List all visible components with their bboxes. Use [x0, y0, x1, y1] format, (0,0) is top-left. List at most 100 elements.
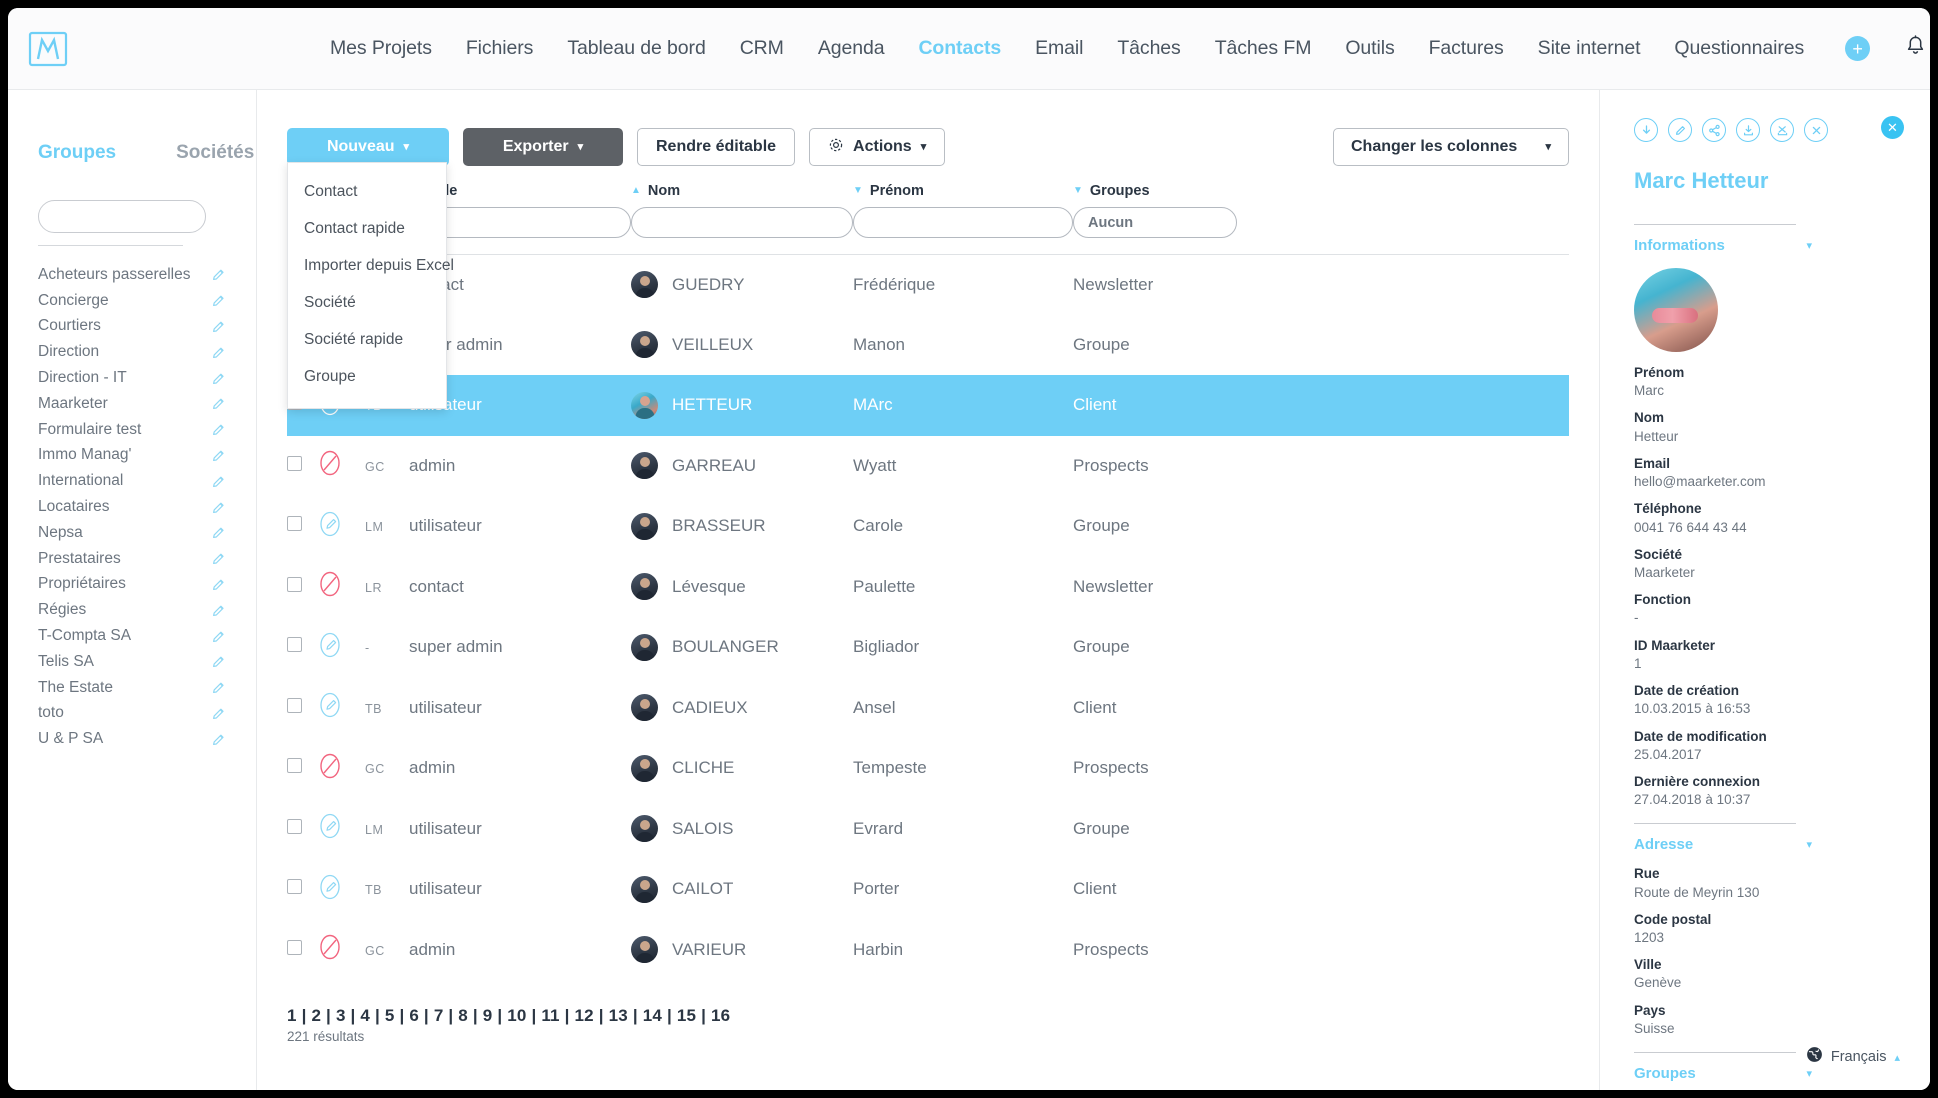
edit-pencil-icon[interactable] [211, 629, 226, 644]
page-link-10[interactable]: 10 [507, 1006, 526, 1025]
table-row[interactable]: TB utilisateur CADIEUX Ansel Client [287, 678, 1569, 739]
nav-item-mes-projets[interactable]: Mes Projets [313, 37, 449, 60]
sidebar-item-16[interactable]: The Estate [38, 675, 226, 701]
edit-pencil-icon[interactable] [211, 422, 226, 437]
page-link-6[interactable]: 6 [409, 1006, 419, 1025]
page-link-8[interactable]: 8 [458, 1006, 468, 1025]
row-checkbox[interactable] [287, 455, 302, 471]
section-header-groupes[interactable]: Groupes ▾ [1634, 1065, 1812, 1082]
page-link-2[interactable]: 2 [311, 1006, 321, 1025]
edit-pencil-icon[interactable] [211, 396, 226, 411]
row-checkbox[interactable] [287, 879, 302, 895]
edit-pencil-icon[interactable] [211, 577, 226, 592]
row-checkbox[interactable] [287, 697, 302, 713]
sidebar-item-9[interactable]: Locataires [38, 494, 226, 520]
sidebar-item-4[interactable]: Direction - IT [38, 365, 226, 391]
sidebar-item-13[interactable]: Régies [38, 597, 226, 623]
chevron-down-icon[interactable]: ▾ [1806, 838, 1812, 851]
plus-icon[interactable]: + [1845, 36, 1871, 61]
nav-item-questionnaires[interactable]: Questionnaires [1657, 37, 1821, 60]
page-link-11[interactable]: 11 [541, 1006, 559, 1025]
edit-pencil-icon[interactable] [211, 371, 226, 386]
row-checkbox[interactable] [287, 576, 302, 592]
table-row[interactable]: TB utilisateur CAILOT Porter Client [287, 859, 1569, 920]
chevron-down-icon[interactable]: ▾ [1806, 239, 1812, 252]
table-row[interactable]: LR contact Lévesque Paulette Newsletter [287, 557, 1569, 618]
row-checkbox[interactable] [287, 516, 302, 532]
filter-input-nom[interactable] [631, 207, 853, 238]
page-link-12[interactable]: 12 [575, 1006, 594, 1025]
archive-icon[interactable] [1770, 118, 1794, 142]
nav-item-taches[interactable]: Tâches [1100, 37, 1197, 60]
sidebar-item-6[interactable]: Formulaire test [38, 417, 226, 443]
table-row[interactable]: LM utilisateur BRASSEUR Carole Groupe [287, 496, 1569, 557]
save-icon[interactable] [1736, 118, 1760, 142]
dropdown-item-5[interactable]: Groupe [288, 358, 446, 395]
row-checkbox[interactable] [287, 758, 302, 774]
sidebar-item-1[interactable]: Concierge [38, 288, 226, 314]
sidebar-item-7[interactable]: Immo Manag' [38, 443, 226, 469]
nouveau-dropdown-menu[interactable]: Contact Contact rapide Importer depuis Exc… [287, 162, 454, 409]
sidebar-item-18[interactable]: U & P SA [38, 726, 226, 752]
dropdown-item-4[interactable]: Société rapide [288, 321, 446, 358]
language-selector[interactable]: Français ▴ [1806, 1046, 1900, 1068]
edit-pencil-icon[interactable] [1668, 118, 1692, 142]
nav-item-factures[interactable]: Factures [1412, 37, 1521, 60]
sidebar-item-0[interactable]: Acheteurs passerelles [38, 262, 226, 288]
maarketer-logo[interactable] [28, 29, 68, 69]
table-row[interactable]: - super admin BOULANGER Bigliador Groupe [287, 617, 1569, 678]
nav-item-agenda[interactable]: Agenda [801, 37, 902, 60]
edit-pencil-icon[interactable] [211, 525, 226, 540]
sidebar-search-input[interactable] [38, 200, 206, 233]
changer-les-colonnes-button[interactable]: Changer les colonnes ▾ [1333, 128, 1569, 166]
nav-item-taches-fm[interactable]: Tâches FM [1198, 37, 1329, 60]
sidebar-item-2[interactable]: Courtiers [38, 314, 226, 340]
table-row[interactable]: LM utilisateur SALOIS Evrard Groupe [287, 799, 1569, 860]
page-link-3[interactable]: 3 [336, 1006, 346, 1025]
sidebar-tab-groupes[interactable]: Groupes [38, 142, 116, 164]
nav-item-tableau-de-bord[interactable]: Tableau de bord [550, 37, 722, 60]
section-header-adresse[interactable]: Adresse ▾ [1634, 836, 1812, 853]
filter-input-prenom[interactable] [853, 207, 1073, 238]
table-row[interactable]: GC admin VARIEUR Harbin Prospects [287, 920, 1569, 981]
edit-pencil-icon[interactable] [211, 654, 226, 669]
table-row[interactable]: GC admin CLICHE Tempeste Prospects [287, 738, 1569, 799]
sidebar-item-8[interactable]: International [38, 468, 226, 494]
edit-pencil-icon[interactable] [211, 732, 226, 747]
nav-item-crm[interactable]: CRM [723, 37, 801, 60]
edit-pencil-icon[interactable] [211, 474, 226, 489]
edit-pencil-icon[interactable] [211, 680, 226, 695]
pagination-pages[interactable]: 1 | 2 | 3 | 4 | 5 | 6 | 7 | 8 | 9 | 10 |… [287, 1006, 1569, 1026]
edit-pencil-icon[interactable] [211, 603, 226, 618]
actions-button[interactable]: Actions ▾ [809, 128, 946, 166]
edit-pencil-icon[interactable] [211, 293, 226, 308]
table-row[interactable]: TButilisateurHETTEURMArcClient [287, 375, 1569, 436]
row-checkbox[interactable] [287, 939, 302, 955]
nav-item-contacts[interactable]: Contacts [901, 37, 1018, 60]
bell-icon[interactable] [1906, 35, 1925, 62]
sort-arrow-icon[interactable]: ▼ [853, 185, 863, 196]
share-icon[interactable] [1702, 118, 1726, 142]
table-row[interactable]: GC admin GARREAU Wyatt Prospects [287, 436, 1569, 497]
sort-arrow-icon[interactable]: ▼ [1073, 185, 1083, 196]
exporter-button[interactable]: Exporter ▾ [463, 128, 623, 166]
table-row[interactable]: contactGUEDRYFrédériqueNewsletter [287, 254, 1569, 315]
sidebar-item-17[interactable]: toto [38, 701, 226, 727]
row-checkbox[interactable] [287, 818, 302, 834]
edit-pencil-icon[interactable] [211, 345, 226, 360]
section-header-informations[interactable]: Informations ▾ [1634, 237, 1812, 254]
edit-pencil-icon[interactable] [211, 448, 226, 463]
sidebar-item-5[interactable]: Maarketer [38, 391, 226, 417]
nav-item-fichiers[interactable]: Fichiers [449, 37, 550, 60]
nav-item-outils[interactable]: Outils [1328, 37, 1411, 60]
sidebar-item-12[interactable]: Propriétaires [38, 572, 226, 598]
edit-pencil-icon[interactable] [211, 267, 226, 282]
page-link-9[interactable]: 9 [483, 1006, 493, 1025]
sidebar-tab-societes[interactable]: Sociétés [176, 142, 254, 164]
sidebar-item-3[interactable]: Direction [38, 339, 226, 365]
edit-pencil-icon[interactable] [211, 500, 226, 515]
edit-pencil-icon[interactable] [211, 319, 226, 334]
edit-pencil-icon[interactable] [211, 706, 226, 721]
dropdown-item-3[interactable]: Société [288, 284, 446, 321]
sidebar-item-11[interactable]: Prestataires [38, 546, 226, 572]
